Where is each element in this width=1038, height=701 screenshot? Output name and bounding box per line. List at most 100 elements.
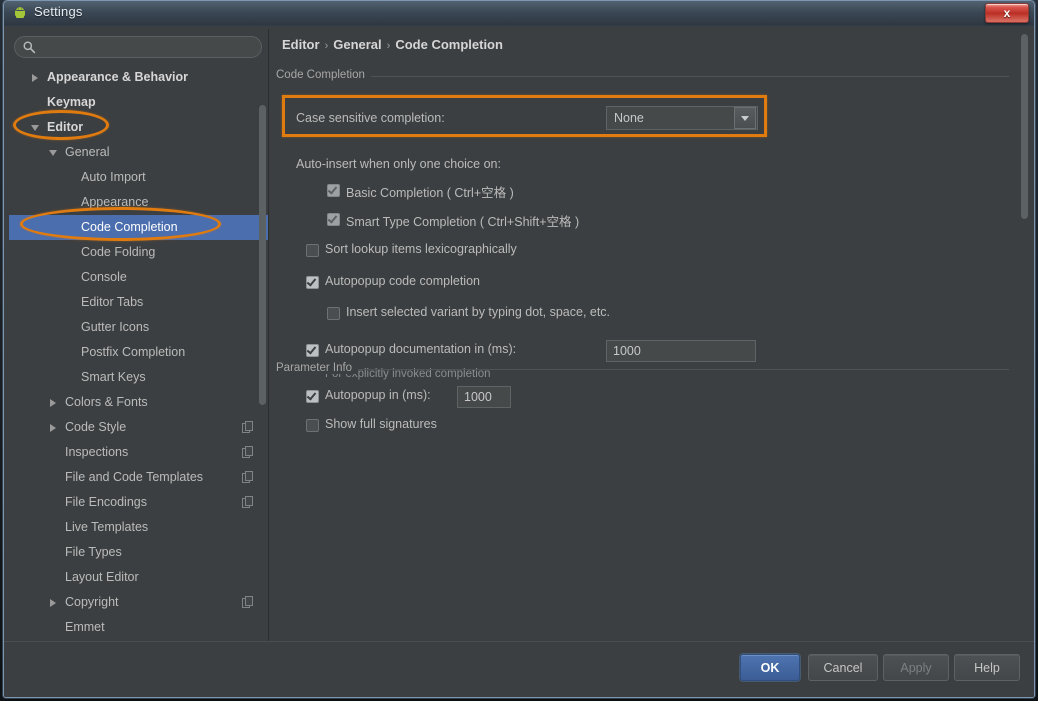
sidebar-item-copyright[interactable]: Copyright: [9, 590, 268, 615]
help-button[interactable]: Help: [954, 654, 1020, 681]
sidebar-item-live-templates[interactable]: Live Templates: [9, 515, 268, 540]
sidebar-item-inspections[interactable]: Inspections: [9, 440, 268, 465]
sort-lookup-checkbox[interactable]: [306, 244, 319, 257]
content-area: Appearance & Behavior Keymap Editor General…: [9, 29, 1031, 645]
chevron-right-icon[interactable]: [47, 390, 58, 415]
ok-button[interactable]: OK: [740, 654, 800, 681]
cancel-button[interactable]: Cancel: [808, 654, 878, 681]
parameter-info-group: Parameter Info Autopopup in (ms): Show f…: [276, 362, 1009, 432]
close-glyph: x: [1003, 6, 1011, 20]
sidebar-item-file-encodings[interactable]: File Encodings: [9, 490, 268, 515]
sidebar-item-appearance-behavior[interactable]: Appearance & Behavior: [9, 65, 268, 90]
sidebar-item-label: Gutter Icons: [81, 320, 150, 334]
sidebar-item-postfix-completion[interactable]: Postfix Completion: [9, 340, 268, 365]
apply-button-label: Apply: [900, 660, 932, 675]
insert-selected-variant-checkbox[interactable]: [327, 307, 340, 320]
sidebar-item-file-and-code-templates[interactable]: File and Code Templates: [9, 465, 268, 490]
sidebar-item-label: Live Templates: [65, 520, 149, 534]
smart-type-completion-row[interactable]: Smart Type Completion ( Ctrl+Shift+空格 ): [276, 210, 1009, 232]
sidebar-item-emmet[interactable]: Emmet: [9, 615, 268, 640]
sidebar-item-file-types[interactable]: File Types: [9, 540, 268, 565]
autopopup-code-completion-checkbox[interactable]: [306, 276, 319, 289]
basic-completion-checkbox[interactable]: [327, 184, 340, 197]
breadcrumb-general[interactable]: General: [333, 37, 381, 52]
tree-scrollbar-thumb[interactable]: [259, 105, 266, 405]
parameter-autopopup-row[interactable]: Autopopup in (ms):: [276, 386, 1009, 410]
title-bar: Settings x: [4, 1, 1034, 26]
parameter-autopopup-input[interactable]: [457, 386, 511, 408]
case-sensitive-completion-dropdown[interactable]: None: [606, 106, 758, 130]
breadcrumb-editor[interactable]: Editor: [282, 37, 320, 52]
sidebar-item-console[interactable]: Console: [9, 265, 268, 290]
settings-dialog: Settings x Appearance & Behavior Keymap Ed…: [3, 0, 1035, 698]
sidebar-item-editor-tabs[interactable]: Editor Tabs: [9, 290, 268, 315]
tree-scrollbar-track[interactable]: [259, 65, 267, 643]
show-full-signatures-row[interactable]: Show full signatures: [276, 416, 1009, 438]
sidebar-item-editor[interactable]: Editor: [9, 115, 268, 140]
project-scope-icon: [242, 446, 253, 458]
sidebar-item-colors-fonts[interactable]: Colors & Fonts: [9, 390, 268, 415]
sidebar-item-label: File and Code Templates: [65, 470, 204, 484]
settings-tree[interactable]: Appearance & Behavior Keymap Editor General…: [9, 65, 268, 644]
case-sensitive-completion-row: Case sensitive completion: None: [276, 83, 1009, 133]
cancel-button-label: Cancel: [823, 660, 863, 675]
breadcrumb-separator-1: ›: [324, 40, 329, 52]
sidebar-item-appearance[interactable]: Appearance: [9, 190, 268, 215]
sidebar-item-code-folding[interactable]: Code Folding: [9, 240, 268, 265]
android-robot-icon: [15, 7, 25, 18]
content-scrollbar-thumb[interactable]: [1021, 34, 1028, 219]
breadcrumb-code-completion: Code Completion: [395, 37, 503, 52]
sidebar-item-label: Smart Keys: [81, 370, 146, 384]
apply-button[interactable]: Apply: [883, 654, 949, 681]
ok-button-label: OK: [760, 660, 780, 675]
sidebar-item-label: Copyright: [65, 595, 119, 609]
sort-lookup-label: Sort lookup items lexicographically: [325, 242, 517, 256]
autopopup-code-completion-label: Autopopup code completion: [325, 274, 480, 288]
autopopup-documentation-checkbox[interactable]: [306, 344, 319, 357]
chevron-down-icon[interactable]: [29, 115, 40, 140]
basic-completion-row[interactable]: Basic Completion ( Ctrl+空格 ): [276, 181, 1009, 203]
sidebar-item-code-completion[interactable]: Code Completion: [9, 215, 268, 240]
sidebar-item-label: Postfix Completion: [81, 345, 186, 359]
project-scope-icon: [242, 496, 253, 508]
chevron-down-icon[interactable]: [47, 140, 58, 165]
case-sensitive-completion-label: Case sensitive completion:: [296, 111, 445, 125]
sidebar-item-label: Editor: [47, 120, 84, 134]
sidebar-item-layout-editor[interactable]: Layout Editor: [9, 565, 268, 590]
parameter-autopopup-checkbox[interactable]: [306, 390, 319, 403]
chevron-right-icon[interactable]: [47, 590, 58, 615]
show-full-signatures-checkbox[interactable]: [306, 419, 319, 432]
sidebar-item-keymap[interactable]: Keymap: [9, 90, 268, 115]
sidebar-item-auto-import[interactable]: Auto Import: [9, 165, 268, 190]
sidebar-item-label: Editor Tabs: [81, 295, 144, 309]
project-scope-icon: [242, 471, 253, 483]
smart-type-completion-checkbox[interactable]: [327, 213, 340, 226]
sidebar-item-gutter-icons[interactable]: Gutter Icons: [9, 315, 268, 340]
sidebar-item-code-style[interactable]: Code Style: [9, 415, 268, 440]
sort-lookup-row[interactable]: Sort lookup items lexicographically: [276, 241, 1009, 263]
project-scope-icon: [242, 421, 253, 433]
dialog-footer: OK Cancel Apply Help: [4, 641, 1034, 697]
sidebar-item-smart-keys[interactable]: Smart Keys: [9, 365, 268, 390]
sidebar-item-label: File Types: [65, 545, 122, 559]
parameter-info-group-title: Parameter Info: [276, 362, 1009, 376]
autopopup-documentation-label: Autopopup documentation in (ms):: [325, 342, 517, 356]
close-icon[interactable]: x: [985, 3, 1029, 23]
sidebar-item-general[interactable]: General: [9, 140, 268, 165]
project-scope-icon: [242, 596, 253, 608]
sidebar-item-label: General: [65, 145, 110, 159]
autopopup-code-completion-row[interactable]: Autopopup code completion: [276, 273, 1009, 295]
autopopup-documentation-input[interactable]: [606, 340, 756, 362]
insert-selected-variant-row[interactable]: Insert selected variant by typing dot, s…: [276, 304, 1009, 326]
sidebar-item-label: Appearance: [81, 195, 149, 209]
show-full-signatures-label: Show full signatures: [325, 417, 437, 431]
settings-tree-panel: Appearance & Behavior Keymap Editor General…: [9, 29, 269, 645]
dialog-body: Appearance & Behavior Keymap Editor General…: [4, 26, 1034, 697]
chevron-down-icon[interactable]: [734, 107, 756, 129]
chevron-right-icon[interactable]: [29, 65, 40, 90]
chevron-right-icon[interactable]: [47, 415, 58, 440]
sidebar-item-label: Code Style: [65, 420, 127, 434]
sidebar-item-label: Emmet: [65, 620, 105, 634]
parameter-autopopup-label: Autopopup in (ms):: [325, 388, 431, 402]
search-input[interactable]: [14, 36, 262, 58]
